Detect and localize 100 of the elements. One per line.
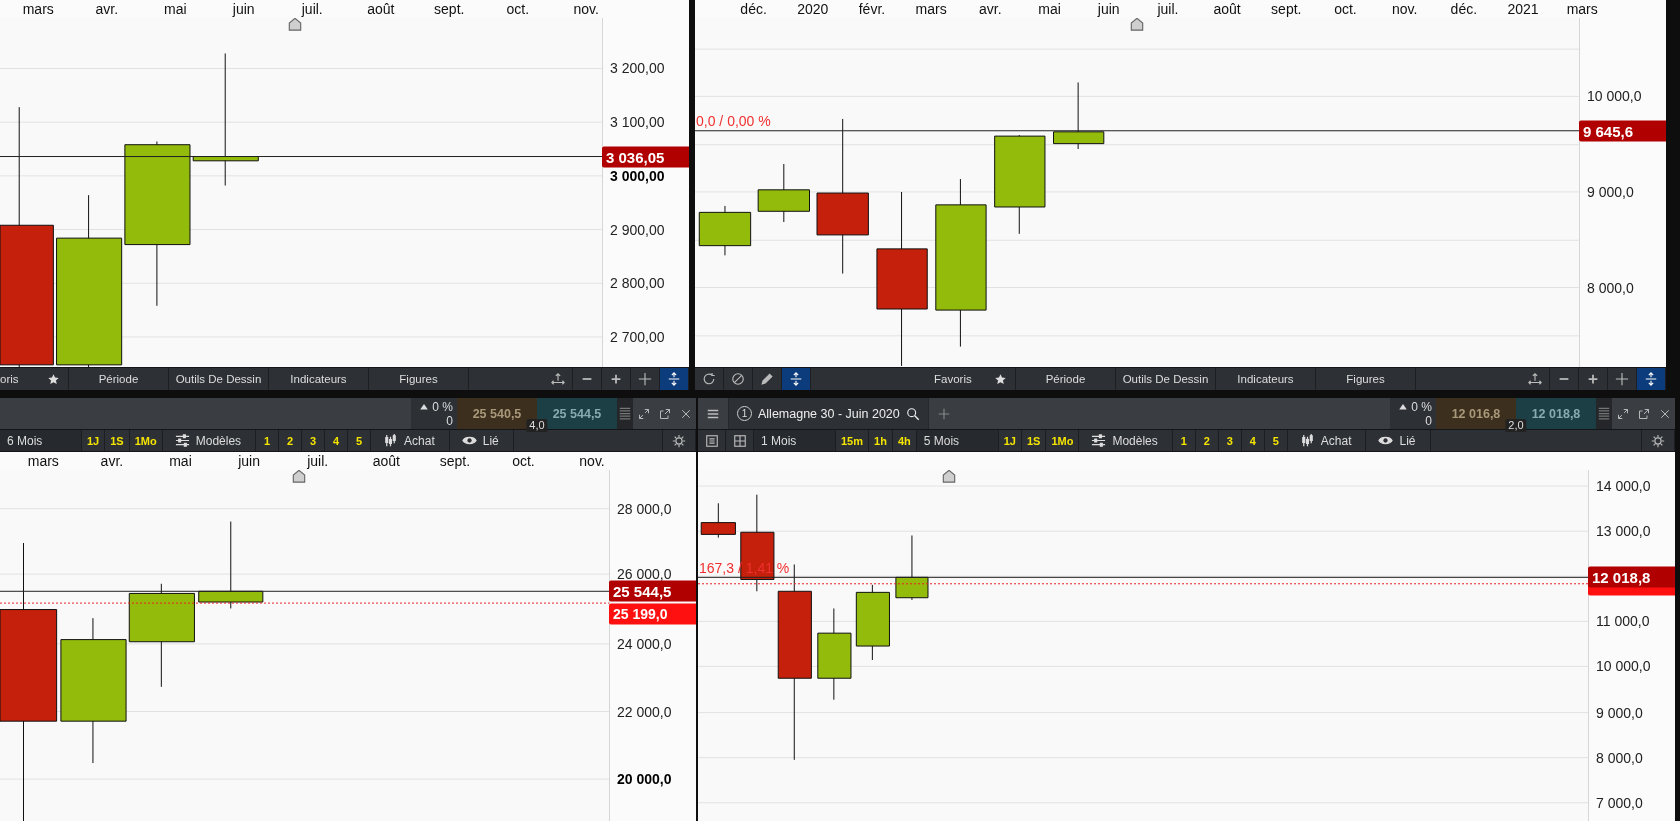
vertical-arrows-button[interactable] xyxy=(1637,368,1666,390)
search-icon xyxy=(905,406,920,421)
preset-button[interactable]: 3 xyxy=(1218,430,1242,451)
ladder-button[interactable] xyxy=(617,398,633,429)
axis-label: 2 900,00 xyxy=(610,221,665,238)
axis-label: 9 000,0 xyxy=(1596,704,1643,721)
axis-label: 10 000,0 xyxy=(1587,88,1642,105)
month-label: 2020 xyxy=(796,0,830,18)
favorites-button[interactable]: Favoris xyxy=(916,368,1016,390)
instrument-tab[interactable]: 1 Allemagne 30 - Juin 2020 xyxy=(729,398,929,429)
favorites-button[interactable]: oris xyxy=(0,368,69,390)
spread-badge: 4,0 xyxy=(526,419,548,432)
interval-button[interactable]: 1S xyxy=(105,430,130,451)
interval-button[interactable]: 1Mo xyxy=(129,430,163,451)
month-label: déc. xyxy=(739,0,768,18)
vertical-arrows-button[interactable] xyxy=(782,368,811,390)
preset-button[interactable]: 3 xyxy=(302,430,326,451)
axis-label: 3 200,00 xyxy=(610,60,665,77)
interval-button[interactable]: 1J xyxy=(998,430,1022,451)
spread-badge: 2,0 xyxy=(1505,419,1527,432)
vertical-arrows-icon xyxy=(667,372,681,386)
close-icon xyxy=(679,407,692,420)
change-points: 0 xyxy=(1425,413,1432,428)
month-label: juil. xyxy=(306,452,330,470)
month-label: sept. xyxy=(433,0,466,18)
preset-button[interactable]: 1 xyxy=(256,430,280,451)
plus-icon xyxy=(936,406,951,421)
preset-button[interactable]: 4 xyxy=(325,430,349,451)
axis-label: 7 000,0 xyxy=(1596,794,1643,811)
list-icon xyxy=(704,433,719,448)
buy-button[interactable]: Achat xyxy=(371,430,450,451)
candlestick-icon xyxy=(383,433,399,448)
preset-button[interactable]: 4 xyxy=(1241,430,1265,451)
axis-label: 26 000,0 xyxy=(617,566,672,583)
expand-icon xyxy=(1616,407,1629,420)
menu-button[interactable]: Figures xyxy=(369,368,469,390)
sliders-icon xyxy=(174,433,190,448)
axis-label: 11 000,0 xyxy=(1596,613,1650,630)
templates-button[interactable]: Modèles xyxy=(1079,430,1173,451)
popout-icon xyxy=(1637,407,1650,420)
month-label: juil. xyxy=(300,0,324,18)
month-label: avr. xyxy=(99,452,125,470)
period-selector[interactable]: 6 Mois xyxy=(0,430,82,451)
preset-button[interactable]: 2 xyxy=(279,430,303,451)
rising-candle xyxy=(757,163,810,223)
settings-button[interactable] xyxy=(1641,430,1675,451)
preset-button[interactable]: 1 xyxy=(1172,430,1196,451)
interval-button[interactable]: 15m xyxy=(836,430,870,451)
menu-button[interactable]: Période xyxy=(69,368,169,390)
linked-button[interactable]: Lié xyxy=(1366,430,1431,451)
preset-button[interactable]: 5 xyxy=(348,430,372,451)
interval-button[interactable]: 1h xyxy=(869,430,893,451)
interval-button[interactable]: 1S xyxy=(1021,430,1047,451)
month-label: août xyxy=(371,452,401,470)
change-percent: 0 % xyxy=(1411,399,1432,414)
star-icon xyxy=(994,372,1007,386)
change-points: 0 xyxy=(446,413,453,428)
period-selector[interactable]: 1 Mois xyxy=(754,430,836,451)
preset-button[interactable]: 5 xyxy=(1264,430,1288,451)
ban-icon xyxy=(731,372,745,386)
templates-button[interactable]: Modèles xyxy=(162,430,257,451)
month-label: juin xyxy=(237,452,261,470)
period-selector[interactable]: 5 Mois xyxy=(916,430,999,451)
settings-button[interactable] xyxy=(662,430,696,451)
interval-button[interactable]: 1Mo xyxy=(1046,430,1080,451)
interval-button[interactable]: 1J xyxy=(82,430,106,451)
menu-button[interactable]: Outils De Dessin xyxy=(1116,368,1216,390)
month-label: déc. xyxy=(1449,0,1479,18)
axis-label: 20 000,0 xyxy=(617,771,672,788)
menu-button[interactable]: Indicateurs xyxy=(269,368,369,390)
month-label: mars xyxy=(1565,0,1599,18)
buy-button[interactable]: Achat xyxy=(1287,430,1367,451)
month-label: août xyxy=(366,0,396,18)
interval-button[interactable]: 4h xyxy=(892,430,917,451)
month-label: nov. xyxy=(578,452,606,470)
month-label: avr. xyxy=(978,0,1003,18)
preset-button[interactable]: 2 xyxy=(1195,430,1219,451)
month-label: mars xyxy=(914,0,948,18)
month-label: oct. xyxy=(511,452,536,470)
menu-button[interactable]: Indicateurs xyxy=(1216,368,1316,390)
menu-button[interactable]: Période xyxy=(1016,368,1116,390)
month-label: mars xyxy=(26,452,60,470)
vertical-arrows-button[interactable] xyxy=(660,368,689,390)
menu-button[interactable]: Outils De Dessin xyxy=(169,368,269,390)
menu-button[interactable]: Figures xyxy=(1316,368,1416,390)
linked-button[interactable]: Lié xyxy=(449,430,514,451)
alert-price-tag: 25 199,0 xyxy=(609,603,696,625)
move-icon xyxy=(551,372,565,386)
crosshair-icon xyxy=(638,372,652,386)
current-price-tag: 25 544,5 xyxy=(609,580,696,602)
refresh-icon xyxy=(702,372,716,386)
month-label: juin xyxy=(231,0,256,18)
axis-label: 8 000,0 xyxy=(1596,749,1643,766)
candlestick-icon xyxy=(1299,433,1315,448)
month-label: sept. xyxy=(438,452,472,470)
axis-label: 14 000,0 xyxy=(1596,478,1651,495)
ladder-icon xyxy=(618,406,632,421)
current-price-tag: 12 018,8 xyxy=(1588,566,1675,588)
month-label: juil. xyxy=(1156,0,1180,18)
ladder-button[interactable] xyxy=(1596,398,1612,429)
